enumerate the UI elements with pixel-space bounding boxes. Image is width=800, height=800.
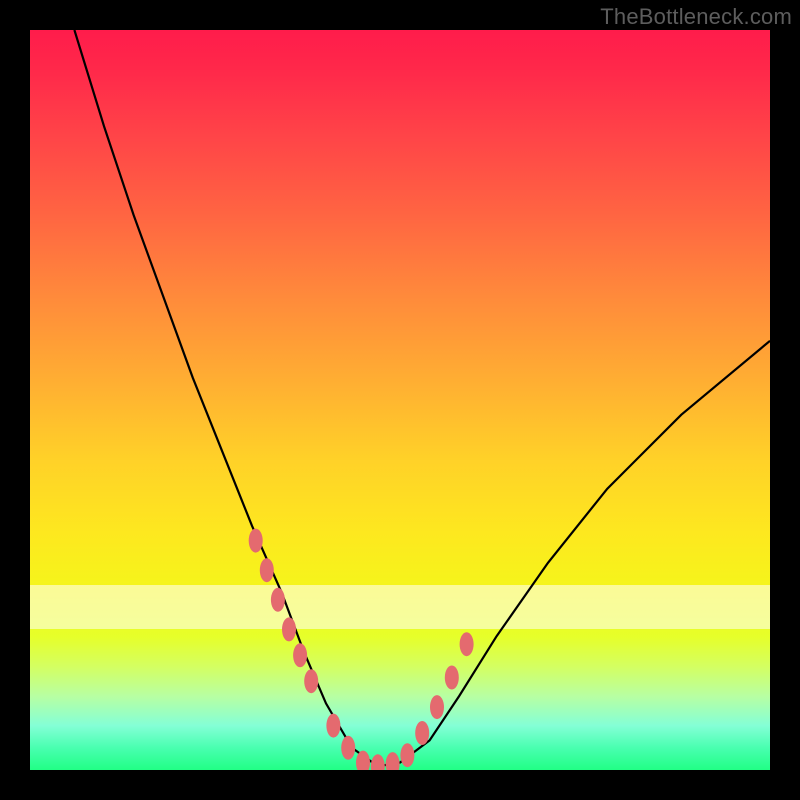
data-marker bbox=[304, 669, 318, 693]
data-marker bbox=[271, 588, 285, 612]
curve-layer bbox=[30, 30, 770, 770]
data-marker bbox=[371, 754, 385, 770]
chart-stage: TheBottleneck.com bbox=[0, 0, 800, 800]
data-marker bbox=[341, 736, 355, 760]
data-marker bbox=[430, 695, 444, 719]
bottleneck-curve bbox=[74, 30, 770, 766]
marker-group bbox=[249, 529, 474, 770]
data-marker bbox=[282, 617, 296, 641]
data-marker bbox=[460, 632, 474, 656]
plot-area bbox=[30, 30, 770, 770]
data-marker bbox=[400, 743, 414, 767]
data-marker bbox=[386, 752, 400, 770]
data-marker bbox=[445, 666, 459, 690]
data-marker bbox=[326, 714, 340, 738]
data-marker bbox=[249, 529, 263, 553]
watermark-text: TheBottleneck.com bbox=[600, 4, 792, 30]
data-marker bbox=[415, 721, 429, 745]
data-marker bbox=[260, 558, 274, 582]
data-marker bbox=[293, 643, 307, 667]
